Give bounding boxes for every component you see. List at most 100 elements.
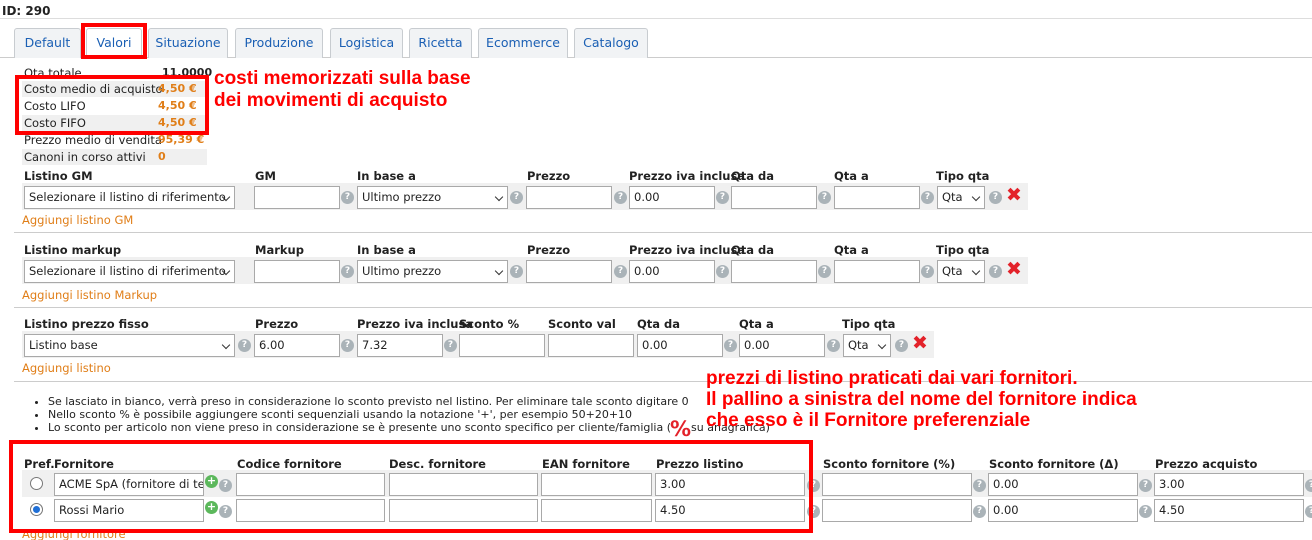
qta-da-input[interactable] bbox=[731, 260, 817, 283]
help-icon[interactable]: ? bbox=[444, 339, 457, 352]
help-icon[interactable]: ? bbox=[989, 265, 1002, 278]
qta-a-input[interactable] bbox=[834, 260, 920, 283]
sconto-perc-header: Sconto % bbox=[459, 317, 520, 331]
help-icon[interactable]: ? bbox=[341, 265, 354, 278]
help-icon[interactable]: ? bbox=[341, 339, 354, 352]
markup-input[interactable] bbox=[254, 260, 340, 283]
help-icon[interactable]: ? bbox=[614, 191, 627, 204]
prezzo-input[interactable] bbox=[526, 260, 612, 283]
qta-a-header: Qta a bbox=[739, 317, 774, 331]
sconto-fornitore-val-input[interactable]: 0.00 bbox=[988, 473, 1138, 496]
qta-da-header: Qta da bbox=[731, 169, 775, 183]
sconto-fornitore-val-input[interactable]: 0.00 bbox=[988, 499, 1138, 522]
help-icon[interactable]: ? bbox=[921, 191, 934, 204]
prezzo-acquisto-input[interactable]: 3.00 bbox=[1154, 473, 1304, 496]
qta-da-input[interactable]: 0.00 bbox=[637, 334, 723, 357]
gm-header: GM bbox=[255, 169, 276, 183]
listino-gm-header: Listino GM bbox=[24, 169, 93, 183]
note-item: Se lasciato in bianco, verrà preso in co… bbox=[48, 395, 770, 408]
listino-gm-select[interactable]: Selezionare il listino di riferimento bbox=[24, 186, 235, 209]
help-icon[interactable]: ? bbox=[921, 265, 934, 278]
add-listino-markup-link[interactable]: Aggiungi listino Markup bbox=[22, 288, 157, 302]
qta-a-header: Qta a bbox=[834, 169, 869, 183]
qta-a-input[interactable] bbox=[834, 186, 920, 209]
prezzo-header: Prezzo bbox=[527, 243, 571, 257]
note-item: Nello sconto % è possibile aggiungere sc… bbox=[48, 408, 770, 421]
sconto-perc-input[interactable] bbox=[459, 334, 545, 357]
help-icon[interactable]: ? bbox=[724, 339, 737, 352]
listino-fisso-select[interactable]: Listino base bbox=[24, 334, 235, 357]
help-icon[interactable]: ? bbox=[973, 479, 986, 492]
tab-situazione[interactable]: Situazione bbox=[148, 28, 228, 58]
sconto-fornitore-val-header: Sconto fornitore (Δ) bbox=[989, 457, 1119, 471]
help-icon[interactable]: ? bbox=[238, 339, 251, 352]
delete-icon[interactable]: ✖ bbox=[912, 334, 928, 353]
canoni-label: Canoni in corso attivi bbox=[24, 150, 146, 164]
help-icon[interactable]: ? bbox=[1139, 479, 1152, 492]
tab-default[interactable]: Default bbox=[14, 28, 81, 58]
help-icon[interactable]: ? bbox=[989, 191, 1002, 204]
prezzo-iva-input[interactable]: 0.00 bbox=[629, 260, 715, 283]
tipo-qta-select[interactable]: Qta bbox=[937, 260, 985, 283]
prezzo-input[interactable]: 6.00 bbox=[254, 334, 340, 357]
valori-tab-highlight bbox=[81, 23, 147, 59]
prezzo-iva-input[interactable]: 7.32 bbox=[357, 334, 443, 357]
tab-ecommerce[interactable]: Ecommerce bbox=[478, 28, 568, 58]
add-listino-link[interactable]: Aggiungi listino bbox=[22, 361, 111, 375]
in-base-a-select[interactable]: Ultimo prezzo bbox=[357, 260, 508, 283]
gm-input[interactable] bbox=[254, 186, 340, 209]
tab-catalogo[interactable]: Catalogo bbox=[574, 28, 648, 58]
in-base-a-select[interactable]: Ultimo prezzo bbox=[357, 186, 508, 209]
help-icon[interactable]: ? bbox=[895, 339, 908, 352]
prezzo-header: Prezzo bbox=[527, 169, 571, 183]
tipo-qta-select[interactable]: Qta bbox=[843, 334, 891, 357]
add-listino-gm-link[interactable]: Aggiungi listino GM bbox=[22, 213, 133, 227]
delete-icon[interactable]: ✖ bbox=[1006, 260, 1022, 279]
prezzo-input[interactable] bbox=[526, 186, 612, 209]
markup-header: Markup bbox=[255, 243, 304, 257]
help-icon[interactable]: ? bbox=[510, 265, 523, 278]
in-base-a-header: In base a bbox=[357, 243, 416, 257]
help-icon[interactable]: ? bbox=[1139, 505, 1152, 518]
help-icon[interactable]: ? bbox=[818, 265, 831, 278]
help-icon[interactable]: ? bbox=[973, 505, 986, 518]
delete-icon[interactable]: ✖ bbox=[1006, 186, 1022, 205]
help-icon[interactable]: ? bbox=[614, 265, 627, 278]
prezzo-iva-header: Prezzo iva inclusa bbox=[629, 169, 746, 183]
qta-da-header: Qta da bbox=[731, 243, 775, 257]
help-icon[interactable]: ? bbox=[341, 191, 354, 204]
suppliers-highlight-box bbox=[9, 440, 813, 533]
help-icon[interactable]: ? bbox=[1305, 505, 1312, 518]
qta-da-header: Qta da bbox=[637, 317, 681, 331]
sconto-val-header: Sconto val bbox=[548, 317, 616, 331]
tipo-qta-select[interactable]: Qta bbox=[937, 186, 985, 209]
listino-markup-select[interactable]: Selezionare il listino di riferimento bbox=[24, 260, 235, 283]
percent-icon: % bbox=[670, 417, 692, 441]
sconto-val-input[interactable] bbox=[548, 334, 634, 357]
help-icon[interactable]: ? bbox=[510, 191, 523, 204]
help-icon[interactable]: ? bbox=[818, 191, 831, 204]
tab-ricetta[interactable]: Ricetta bbox=[409, 28, 472, 58]
prezzo-acquisto-input[interactable]: 4.50 bbox=[1154, 499, 1304, 522]
sconto-fornitore-perc-input[interactable] bbox=[822, 473, 972, 496]
qta-a-input[interactable]: 0.00 bbox=[739, 334, 825, 357]
note-text: Lo sconto per articolo non viene preso i… bbox=[48, 421, 672, 434]
listino-markup-header: Listino markup bbox=[24, 243, 122, 257]
supplier-annotation-line3: che esso è il Fornitore preferenziale bbox=[706, 410, 1031, 431]
qta-da-input[interactable] bbox=[731, 186, 817, 209]
sconto-fornitore-perc-input[interactable] bbox=[822, 499, 972, 522]
prezzo-iva-header: Prezzo iva inclusa bbox=[629, 243, 746, 257]
tab-produzione[interactable]: Produzione bbox=[235, 28, 323, 58]
costs-highlight-box bbox=[15, 75, 209, 135]
tab-logistica[interactable]: Logistica bbox=[330, 28, 403, 58]
supplier-annotation-line2: Il pallino a sinistra del nome del forni… bbox=[706, 389, 1137, 410]
help-icon[interactable]: ? bbox=[716, 191, 729, 204]
tipo-qta-header: Tipo qta bbox=[936, 243, 990, 257]
prezzo-iva-input[interactable]: 0.00 bbox=[629, 186, 715, 209]
help-icon[interactable]: ? bbox=[827, 339, 840, 352]
record-id: ID: 290 bbox=[2, 4, 51, 18]
listino-fisso-header: Listino prezzo fisso bbox=[24, 317, 149, 331]
help-icon[interactable]: ? bbox=[1305, 479, 1312, 492]
help-icon[interactable]: ? bbox=[716, 265, 729, 278]
divider bbox=[14, 381, 1312, 382]
